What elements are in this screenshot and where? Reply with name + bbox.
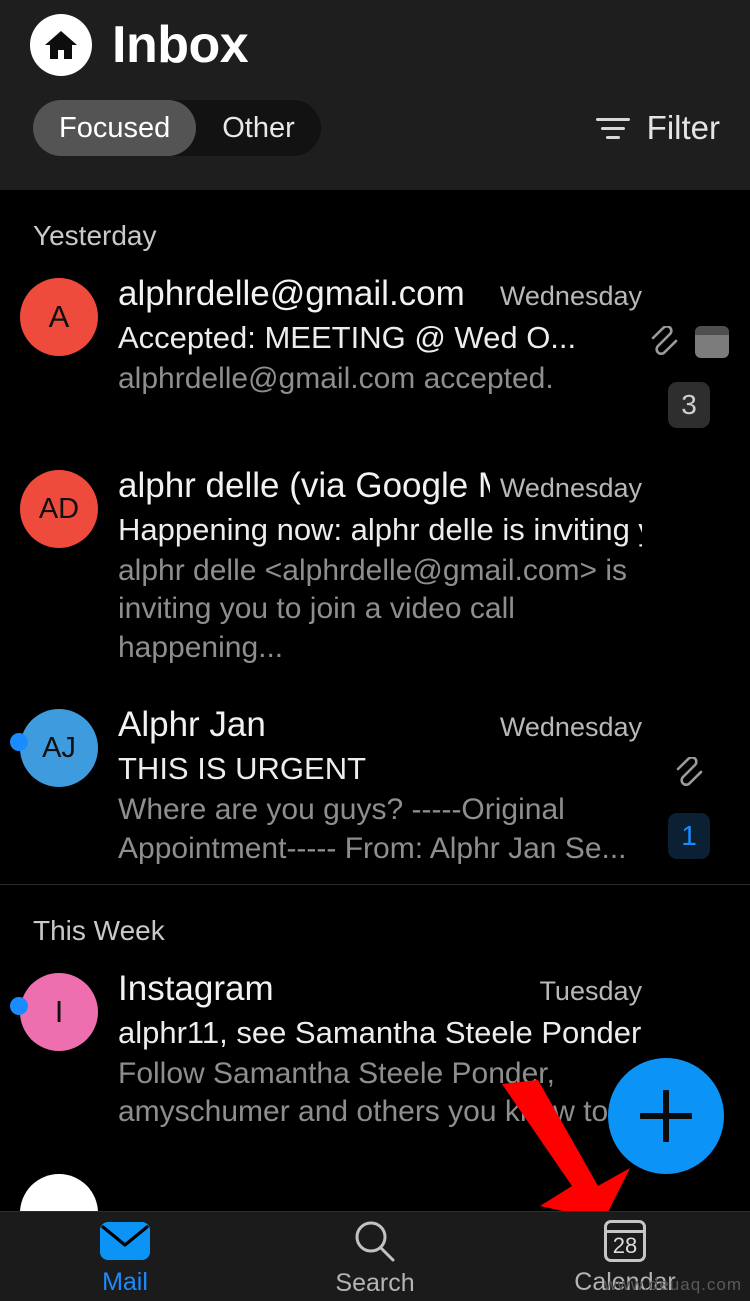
email-preview: Where are you guys? -----Original Appoin… (118, 793, 627, 865)
mail-icon (100, 1222, 150, 1260)
filter-label: Filter (646, 109, 720, 146)
email-preview: alphr delle <alphrdelle@gmail.com> is in… (118, 554, 628, 664)
avatar-column (0, 1170, 118, 1211)
email-meta (646, 466, 732, 667)
filter-icon (593, 117, 633, 139)
avatar: AD (20, 470, 98, 548)
tab-focused[interactable]: Focused (33, 100, 197, 156)
email-date: Wednesday (499, 473, 642, 503)
list-item[interactable]: AJ Alphr Jan Wednesday THIS IS URGENT Wh… (0, 683, 750, 884)
email-sender: alphr delle (via Google Me... (118, 466, 490, 505)
email-content: Alphr Jan Wednesday THIS IS URGENT Where… (118, 705, 646, 868)
home-icon[interactable] (30, 14, 92, 76)
section-header-yesterday: Yesterday (33, 220, 157, 251)
email-date: Tuesday (539, 975, 642, 1006)
search-icon (355, 1221, 395, 1262)
email-date: Wednesday (499, 712, 642, 743)
avatar-column: AD (0, 466, 118, 667)
nav-item-search[interactable]: Search (250, 1212, 500, 1301)
avatar-column: I (0, 969, 118, 1132)
title-row: Inbox (0, 0, 750, 76)
thread-count-badge: 3 (668, 382, 710, 428)
avatar-column: A (0, 274, 118, 428)
email-sender: alphrdelle@gmail.com (118, 274, 465, 313)
calendar-icon: 28 (604, 1220, 646, 1262)
nav-label-mail: Mail (102, 1268, 148, 1296)
avatar: I (20, 972, 98, 1051)
attachment-icon (651, 326, 678, 356)
annotation-arrow (502, 1080, 630, 1220)
email-subject: THIS IS URGENT (118, 751, 367, 787)
page-title: Inbox (112, 16, 249, 74)
meta-icons (649, 326, 729, 358)
avatar (20, 1173, 98, 1211)
email-content: alphr delle (via Google Me... Wednesday … (118, 466, 646, 667)
section-header-this-week: This Week (33, 914, 165, 946)
tab-other[interactable]: Other (196, 100, 321, 156)
email-date: Wednesday (499, 281, 642, 311)
thread-count-badge: 1 (668, 813, 710, 860)
email-subject: Accepted: MEETING @ Wed O... (118, 320, 577, 355)
app-header: Inbox Focused Other Filter (0, 0, 750, 190)
calendar-event-icon (695, 326, 729, 358)
email-subject: Happening now: alphr delle is inviting y… (118, 512, 642, 547)
nav-label-search: Search (335, 1269, 415, 1297)
calendar-day-number: 28 (612, 1233, 638, 1258)
meta-icons (674, 757, 704, 789)
email-preview: alphrdelle@gmail.com accepted. (118, 362, 554, 395)
email-meta: 1 (646, 705, 732, 868)
email-subject: alphr11, see Samantha Steele Ponder, am.… (118, 1014, 642, 1050)
unread-indicator (10, 996, 28, 1015)
mail-app-screen: Inbox Focused Other Filter Yesterday A a… (0, 0, 750, 1301)
avatar: AJ (20, 709, 98, 788)
email-sender: Alphr Jan (118, 705, 266, 745)
avatar: A (20, 278, 98, 356)
list-item[interactable]: AD alphr delle (via Google Me... Wednesd… (0, 444, 750, 683)
email-list[interactable]: Yesterday A alphrdelle@gmail.com Wednesd… (0, 190, 750, 1211)
inbox-segmented-control[interactable]: Focused Other (33, 100, 321, 156)
list-item[interactable]: A alphrdelle@gmail.com Wednesday Accepte… (0, 252, 750, 444)
attachment-icon (676, 757, 703, 787)
watermark: www.deuaq.com (604, 1275, 742, 1294)
nav-item-mail[interactable]: Mail (0, 1212, 250, 1301)
filter-button[interactable]: Filter (593, 109, 720, 147)
email-meta: 3 (646, 274, 732, 428)
filter-row: Focused Other Filter (0, 76, 750, 156)
avatar-column: AJ (0, 705, 118, 868)
email-content: alphrdelle@gmail.com Wednesday Accepted:… (118, 274, 646, 428)
email-sender: Instagram (118, 968, 274, 1008)
